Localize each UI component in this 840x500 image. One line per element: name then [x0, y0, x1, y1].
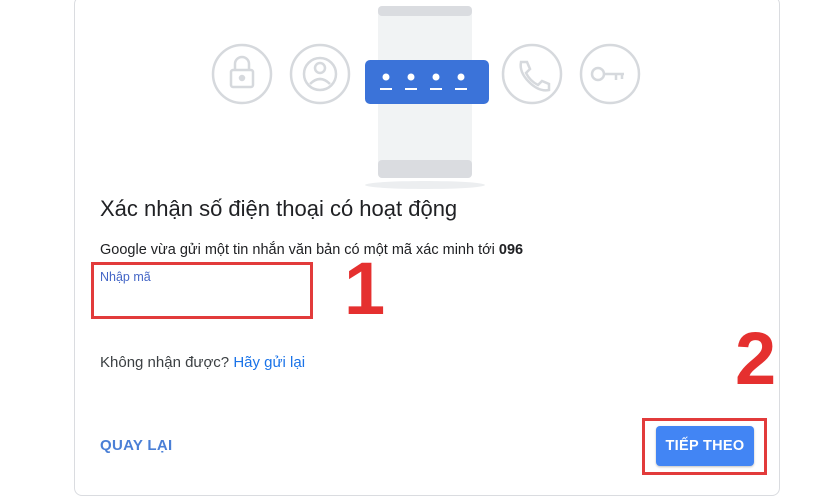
- verification-description: Google vừa gửi một tin nhắn văn bản có m…: [100, 242, 523, 258]
- resend-prompt: Không nhận được?: [100, 354, 234, 371]
- key-icon: [579, 43, 641, 105]
- description-text: Google vừa gửi một tin nhắn văn bản có m…: [100, 242, 499, 258]
- code-bubble: [365, 60, 489, 104]
- next-button[interactable]: TIẾP THEO: [656, 426, 754, 466]
- resend-row: Không nhận được? Hãy gửi lại: [100, 354, 305, 371]
- resend-code-link[interactable]: Hãy gửi lại: [233, 354, 305, 371]
- page-title: Xác nhận số điện thoại có hoạt động: [100, 196, 458, 221]
- annotation-step-2-number: 2: [735, 317, 777, 400]
- annotation-step-1-number: 1: [344, 247, 386, 330]
- person-icon: [289, 43, 351, 105]
- phone-call-icon: [501, 43, 563, 105]
- back-button[interactable]: QUAY LẠI: [100, 437, 172, 454]
- lock-icon: [211, 43, 273, 105]
- phone-verification-illustration: [211, 6, 641, 189]
- phone-number-prefix: 096: [498, 242, 524, 258]
- annotation-box-step-1: [91, 262, 313, 319]
